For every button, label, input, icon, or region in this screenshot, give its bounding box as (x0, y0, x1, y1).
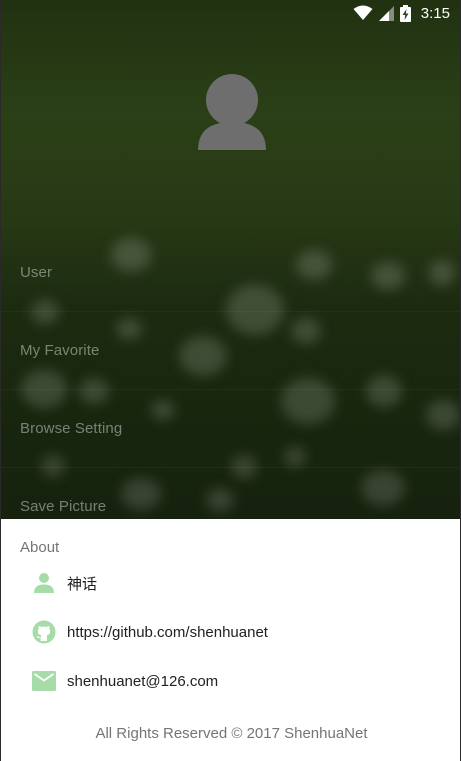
drawer-menu: User My Favorite Browse Setting Save Pic… (1, 234, 460, 546)
person-avatar-icon[interactable] (196, 72, 268, 152)
menu-item-label: Save Picture (20, 498, 107, 515)
status-time: 3:15 (420, 4, 450, 22)
author-name: 神话 (67, 575, 98, 593)
about-email-row[interactable]: shenhuanet@126.com (31, 667, 218, 695)
menu-item-label: Browse Setting (20, 420, 123, 437)
copyright-footer: All Rights Reserved © 2017 ShenhuaNet (95, 725, 368, 742)
status-bar: 3:15 (1, 0, 460, 26)
menu-item-label: My Favorite (20, 342, 100, 359)
github-link: https://github.com/shenhuanet (67, 623, 268, 641)
email-icon (31, 668, 57, 694)
github-icon (31, 619, 57, 645)
battery-charging-icon (399, 4, 411, 22)
menu-item-browse-setting[interactable]: Browse Setting (1, 390, 460, 468)
about-sheet: About 神话 https://github.com/shenhuanet s… (1, 519, 460, 761)
email-link: shenhuanet@126.com (67, 672, 219, 690)
app-screen: 3:15 User My Favorite Browse Setting Sav… (0, 0, 461, 761)
signal-icon (378, 5, 394, 21)
menu-item-label: User (20, 264, 53, 281)
about-github-row[interactable]: https://github.com/shenhuanet (31, 618, 268, 646)
about-title: About (20, 539, 60, 556)
person-icon (31, 570, 57, 596)
wifi-icon (353, 5, 373, 20)
about-author-row[interactable]: 神话 (31, 569, 97, 597)
menu-item-my-favorite[interactable]: My Favorite (1, 312, 460, 390)
menu-item-user[interactable]: User (1, 234, 460, 312)
